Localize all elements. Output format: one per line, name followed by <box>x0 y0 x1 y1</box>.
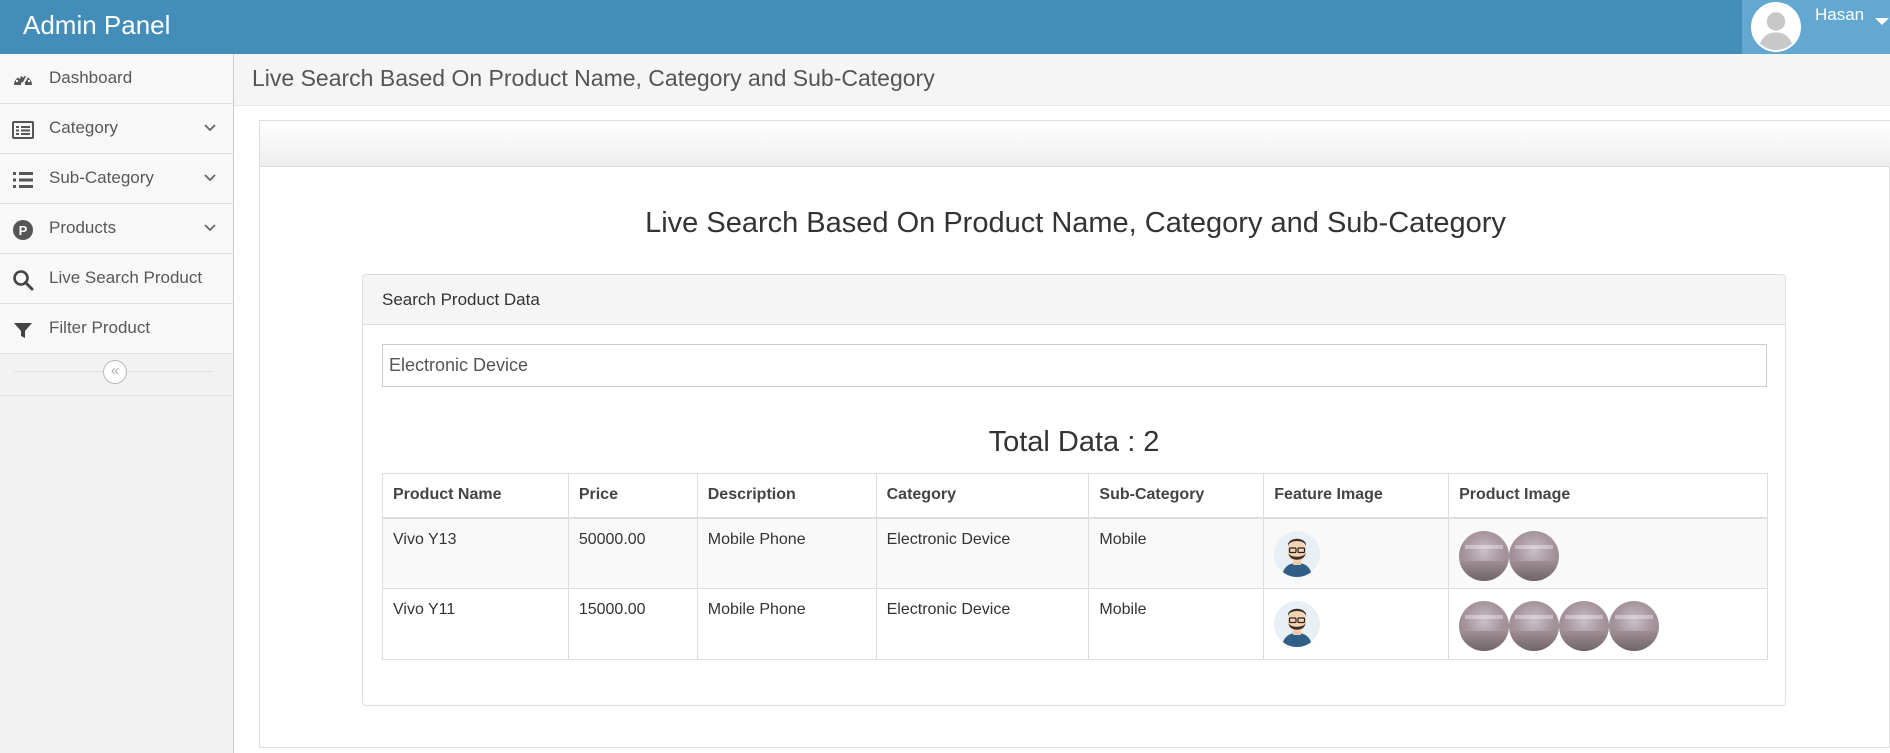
list-alt-icon <box>12 119 34 141</box>
cell-price: 15000.00 <box>567 588 698 660</box>
sidebar-collapse-bar: « <box>0 354 233 396</box>
column-header[interactable]: Category <box>875 473 1090 519</box>
chevron-down-icon <box>203 171 217 185</box>
product-thumbnail[interactable] <box>1559 601 1610 651</box>
chevron-down-icon <box>203 121 217 135</box>
user-menu[interactable]: Hasan <box>1742 0 1890 54</box>
avatar-man-icon[interactable] <box>1274 530 1321 577</box>
cell-product-image <box>1448 517 1768 589</box>
user-avatar-icon[interactable] <box>1751 2 1801 52</box>
cell-product-name: Vivo Y13 <box>382 517 569 589</box>
sidebar-item-filter-product[interactable]: Filter Product <box>0 304 233 354</box>
sidebar-item-label: Filter Product <box>49 318 151 337</box>
brand-title[interactable]: Admin Panel <box>23 10 170 41</box>
main-heading-text: Live Search Based On Product Name, Categ… <box>645 207 1506 239</box>
sidebar-item-label: Category <box>49 118 118 137</box>
product-image-list <box>1459 601 1757 651</box>
cell-description: Mobile Phone <box>696 517 877 589</box>
table-header-row: Product Name Price Description Category … <box>382 473 1768 519</box>
cell-sub-category: Mobile <box>1088 588 1265 660</box>
column-header[interactable]: Product Image <box>1448 473 1768 519</box>
sidebar-item-live-search[interactable]: Live Search Product <box>0 254 233 304</box>
cell-category: Electronic Device <box>875 517 1090 589</box>
cell-price: 50000.00 <box>567 517 698 589</box>
chevron-down-icon <box>203 221 217 235</box>
sidebar-item-label: Live Search Product <box>49 268 203 287</box>
product-thumbnail[interactable] <box>1459 601 1510 651</box>
user-name[interactable]: Hasan <box>1815 5 1864 25</box>
total-data-label: Total Data : 2 <box>363 426 1785 459</box>
svg-text:P: P <box>19 223 28 238</box>
cell-category: Electronic Device <box>875 588 1090 660</box>
content-box: Live Search Based On Product Name, Categ… <box>259 120 1890 748</box>
search-panel: Search Product Data Total Data : 2 Produ… <box>362 274 1786 706</box>
sidebar-item-dashboard[interactable]: Dashboard <box>0 54 233 104</box>
page-title: Live Search Based On Product Name, Categ… <box>252 65 935 91</box>
sidebar-item-label: Products <box>49 218 117 237</box>
cell-product-name: Vivo Y11 <box>382 588 569 660</box>
product-thumbnail[interactable] <box>1609 601 1660 651</box>
sidebar-item-category[interactable]: Category <box>0 104 233 154</box>
cell-product-image <box>1448 588 1768 660</box>
search-icon <box>12 269 34 291</box>
product-thumbnail[interactable] <box>1459 530 1510 581</box>
main-heading: Live Search Based On Product Name, Categ… <box>260 207 1890 240</box>
column-header[interactable]: Description <box>696 473 877 519</box>
product-thumbnail[interactable] <box>1509 601 1560 651</box>
cell-description: Mobile Phone <box>696 588 877 660</box>
page-header: Live Search Based On Product Name, Categ… <box>234 54 1890 106</box>
box-header <box>260 121 1890 167</box>
product-p-icon: P <box>12 219 34 241</box>
cell-sub-category: Mobile <box>1088 517 1265 589</box>
caret-down-icon[interactable] <box>1875 18 1889 25</box>
cell-feature-image <box>1263 517 1450 589</box>
sidebar: Dashboard Category Sub-Category P Produc… <box>0 54 234 753</box>
sidebar-item-products[interactable]: P Products <box>0 204 233 254</box>
column-header[interactable]: Product Name <box>382 473 569 519</box>
sidebar-item-label: Sub-Category <box>49 168 154 187</box>
double-chevron-left-icon[interactable]: « <box>103 360 127 384</box>
panel-heading: Search Product Data <box>363 275 1785 325</box>
column-header[interactable]: Sub-Category <box>1088 473 1265 519</box>
table-row[interactable]: Vivo Y13 50000.00 Mobile Phone Electroni… <box>382 517 1768 589</box>
filter-icon <box>12 319 34 341</box>
avatar-man-icon[interactable] <box>1274 601 1321 647</box>
sidebar-item-sub-category[interactable]: Sub-Category <box>0 154 233 204</box>
top-navbar: Admin Panel Hasan <box>0 0 1890 54</box>
product-thumbnail[interactable] <box>1509 530 1560 581</box>
table-row[interactable]: Vivo Y11 15000.00 Mobile Phone Electroni… <box>382 588 1768 660</box>
list-icon <box>12 169 34 191</box>
product-table: Product Name Price Description Category … <box>382 473 1768 660</box>
cell-feature-image <box>1263 588 1450 660</box>
dashboard-icon <box>12 69 34 91</box>
total-data-text: Total Data : 2 <box>988 426 1160 458</box>
column-header[interactable]: Feature Image <box>1263 473 1450 519</box>
column-header[interactable]: Price <box>567 473 698 519</box>
product-image-list <box>1459 530 1757 581</box>
search-input[interactable] <box>382 344 1767 387</box>
sidebar-item-label: Dashboard <box>49 68 133 87</box>
panel-heading-text: Search Product Data <box>382 290 540 309</box>
